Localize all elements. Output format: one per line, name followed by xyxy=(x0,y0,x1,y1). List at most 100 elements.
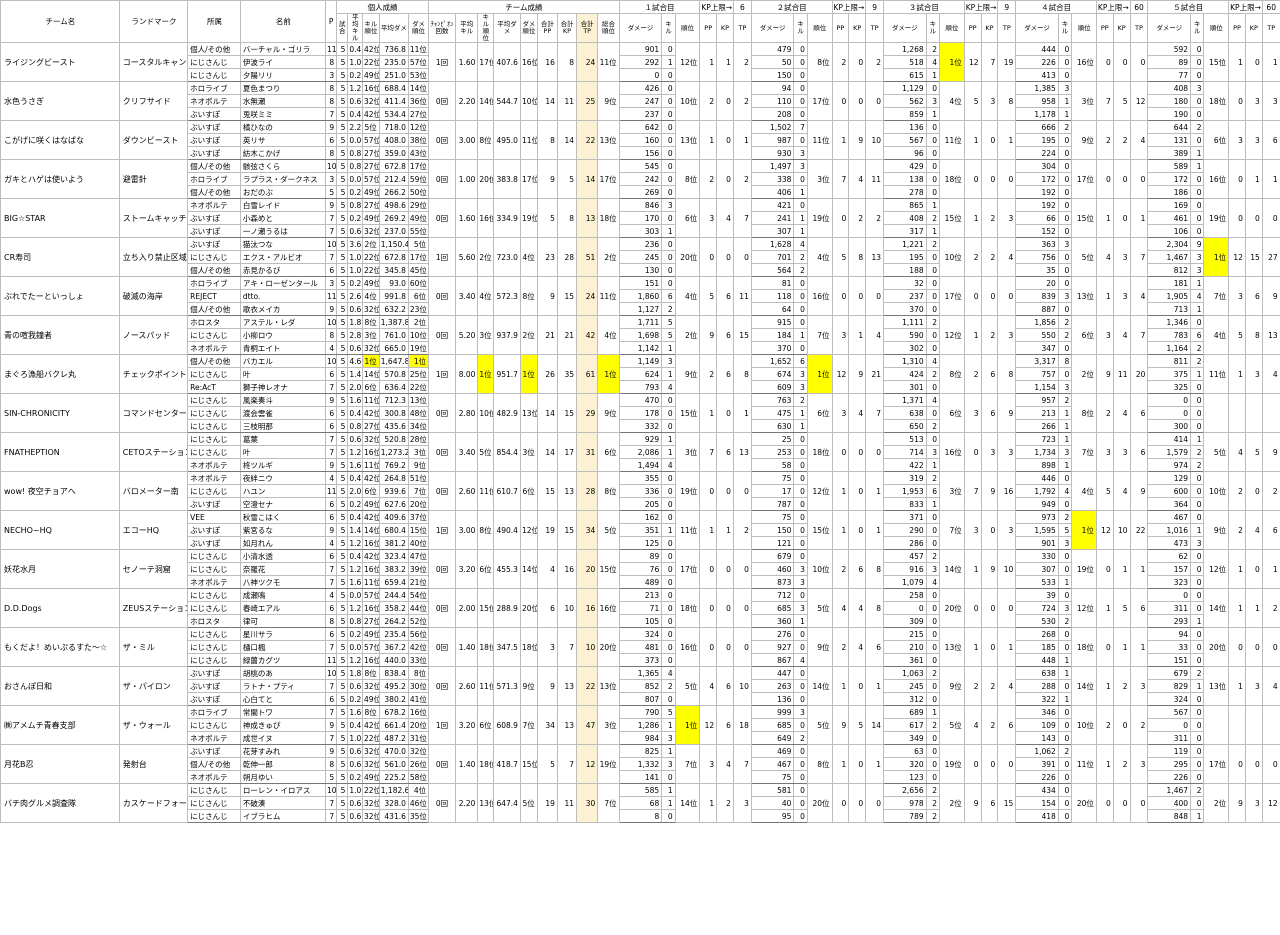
game-damage: 63 xyxy=(883,744,927,758)
header-sub-game: KP xyxy=(1244,13,1263,43)
player-affiliation: ネオポルテ xyxy=(187,198,241,212)
game-damage: 106 xyxy=(1147,224,1192,238)
game-kills: 3 xyxy=(1057,601,1073,615)
game-kp: 0 xyxy=(1112,198,1131,238)
game-kills: 4 xyxy=(793,237,808,251)
player-damage-rank: 8位 xyxy=(407,666,430,680)
player-damage-rank: 45位 xyxy=(407,263,430,277)
player-kill-rank: 6位 xyxy=(361,380,380,394)
game-kills: 0 xyxy=(925,263,941,277)
game-damage: 312 xyxy=(883,692,927,706)
game-pp: 1 xyxy=(1095,744,1114,784)
team-avg-kills: 1.00 xyxy=(454,159,479,199)
game-tp: 12 xyxy=(1261,783,1280,823)
game-rank: 3位 xyxy=(806,159,833,199)
player-kill-rank: 3位 xyxy=(361,328,380,342)
player-damage-rank: 3位 xyxy=(407,445,430,459)
game-tp: 1 xyxy=(865,666,885,706)
game-kills: 1 xyxy=(1190,367,1205,381)
game-rank: 14位 xyxy=(674,783,701,823)
game-tp: 9 xyxy=(1261,432,1280,472)
game-kp: 8 xyxy=(1244,315,1263,355)
game-pp: 9 xyxy=(699,315,718,355)
player-points: 6 xyxy=(324,367,338,381)
game-damage: 833 xyxy=(883,497,927,511)
game-kills: 0 xyxy=(661,692,676,706)
game-kills: 0 xyxy=(661,601,676,615)
player-points: 7 xyxy=(324,250,338,264)
game-kills: 0 xyxy=(1057,198,1073,212)
game-kills: 0 xyxy=(1190,185,1205,199)
game-kills: 0 xyxy=(1190,419,1205,433)
game-tp: 3 xyxy=(1261,81,1280,121)
game-damage: 562 xyxy=(883,94,927,108)
game-kills: 3 xyxy=(661,354,676,368)
player-kill-rank: 1位 xyxy=(361,354,380,368)
team-avg-kills: 3.40 xyxy=(454,276,479,316)
game-kp: 2 xyxy=(980,315,999,355)
player-avg-kills: 2.0 xyxy=(347,380,363,394)
game-damage: 129 xyxy=(1147,471,1192,485)
game-tp: 10 xyxy=(997,549,1017,589)
game-damage: 1,711 xyxy=(618,315,663,329)
game-kp: 6 xyxy=(980,354,999,394)
game-kills: 2 xyxy=(925,315,941,329)
game-tp: 6 xyxy=(1261,120,1280,160)
player-affiliation: にじさんじ xyxy=(187,484,241,498)
player-avg-damage: 266.2 xyxy=(378,185,409,199)
game-damage: 295 xyxy=(1147,757,1192,771)
game-kills: 5 xyxy=(661,705,676,719)
team-championships: 0回 xyxy=(428,471,456,511)
game-damage: 236 xyxy=(618,237,663,251)
team-total-tp: 13 xyxy=(575,198,599,238)
game-kp: 0 xyxy=(848,42,867,82)
table-row: D.D.DogsZEUSステーションにじさんじ成瀬鳴450.057位244.45… xyxy=(0,588,1280,628)
game-damage: 567 xyxy=(883,133,927,147)
game-kills: 0 xyxy=(925,250,941,264)
game-damage: 301 xyxy=(883,380,927,394)
game-damage: 286 xyxy=(883,536,927,550)
team-kill-rank: 16位 xyxy=(477,198,495,238)
game-rank: 7位 xyxy=(1203,276,1230,316)
game-kills: 0 xyxy=(793,107,808,121)
game-kp: 4 xyxy=(848,627,867,667)
game-damage: 434 xyxy=(1015,783,1059,797)
game-tp: 6 xyxy=(997,705,1017,745)
team-total-pp: 9 xyxy=(536,159,558,199)
team-overall-rank: 9位 xyxy=(597,393,620,433)
game-tp: 4 xyxy=(865,315,885,355)
game-rank: 7位 xyxy=(939,510,965,550)
game-tp: 15 xyxy=(997,783,1017,823)
game-damage: 32 xyxy=(883,276,927,290)
team-landmark: ダウンビースト xyxy=(118,120,189,160)
game-pp: 9 xyxy=(831,705,850,745)
game-damage: 685 xyxy=(750,601,795,615)
game-damage: 389 xyxy=(1147,146,1192,160)
game-damage: 131 xyxy=(1147,133,1192,147)
player-avg-kills: 1.0 xyxy=(347,783,363,797)
game-rank: 19位 xyxy=(1203,198,1230,238)
game-kills: 0 xyxy=(1057,640,1073,654)
game-kills: 2 xyxy=(925,471,941,485)
player-avg-damage: 688.4 xyxy=(378,81,409,95)
game-kills: 1 xyxy=(661,718,676,732)
player-avg-damage: 487.2 xyxy=(378,731,409,745)
header-game-1: １試合目 xyxy=(618,0,701,14)
player-games: 5 xyxy=(336,796,349,810)
game-kills: 0 xyxy=(1190,770,1205,784)
game-kp: 4 xyxy=(1112,393,1131,433)
header-sub-game: KP xyxy=(848,13,867,43)
player-kill-rank: 42位 xyxy=(361,549,380,563)
game-damage: 172 xyxy=(1147,172,1192,186)
game-damage: 195 xyxy=(1015,133,1059,147)
team-kill-rank: 18位 xyxy=(477,627,495,667)
game-kills: 4 xyxy=(925,354,941,368)
game-tp: 10 xyxy=(732,666,752,706)
game-kills: 0 xyxy=(793,315,808,329)
game-kills: 0 xyxy=(925,185,941,199)
game-kills: 0 xyxy=(1057,55,1073,69)
game-kills: 0 xyxy=(661,640,676,654)
player-avg-kills: 1.0 xyxy=(347,731,363,745)
player-points: 7 xyxy=(324,107,338,121)
game-tp: 2 xyxy=(865,198,885,238)
